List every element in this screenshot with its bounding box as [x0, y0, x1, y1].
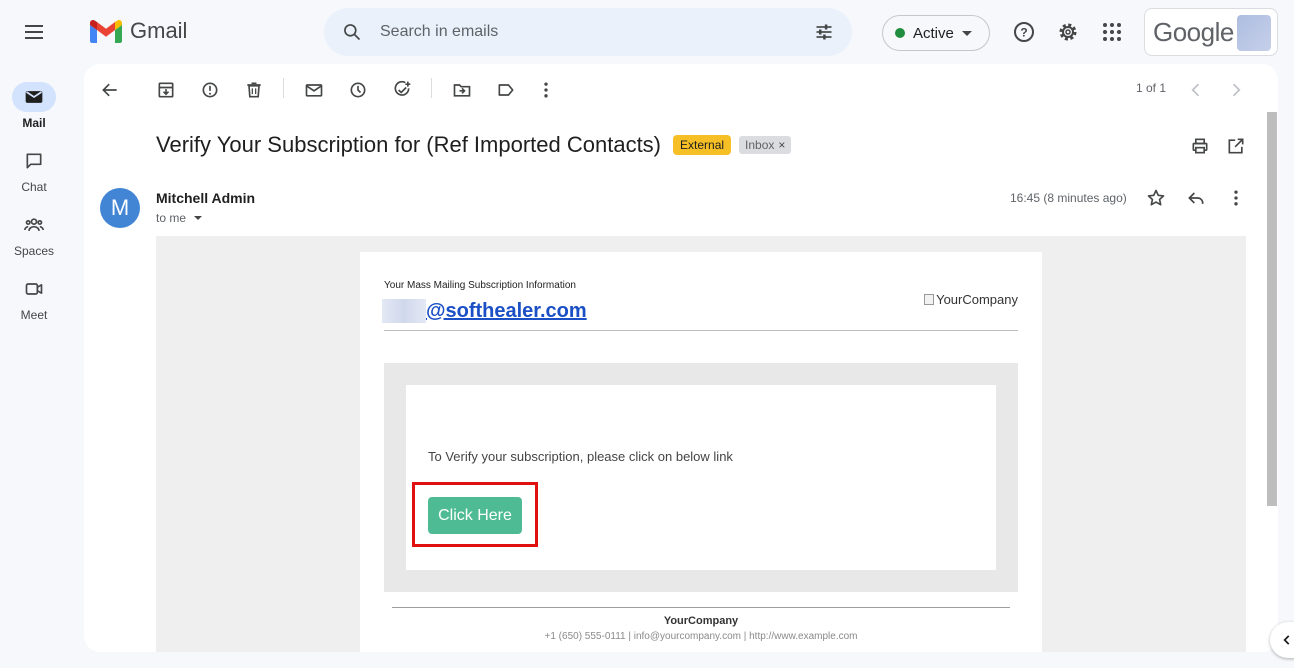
subject-line: Verify Your Subscription for (Ref Import…: [156, 132, 792, 158]
email-body-background: Your Mass Mailing Subscription Informati…: [156, 236, 1246, 652]
label-icon[interactable]: [496, 80, 516, 100]
message-view: 1 of 1 Verify Your Subscription for (Ref…: [84, 64, 1278, 652]
footer-contact-info: +1 (650) 555-0111 | info@yourcompany.com…: [544, 631, 858, 642]
google-account-button[interactable]: Google: [1144, 8, 1278, 56]
meet-icon: [25, 283, 43, 295]
more-vert-icon[interactable]: [1226, 188, 1246, 208]
chevron-left-icon: [1283, 635, 1290, 645]
toolbar-divider: [431, 78, 432, 98]
main-menu-button[interactable]: [22, 22, 46, 42]
external-badge: External: [673, 135, 732, 155]
subscriber-email-link[interactable]: @softhealer.com: [382, 299, 587, 323]
search-input[interactable]: [380, 23, 780, 41]
status-dot: [895, 28, 905, 38]
avatar: [1237, 15, 1271, 51]
email-content: Your Mass Mailing Subscription Informati…: [360, 252, 1042, 652]
menu-bar: [25, 37, 43, 39]
search-bar[interactable]: [324, 8, 852, 56]
rail-item-meet[interactable]: Meet: [0, 274, 68, 322]
subject-text: Verify Your Subscription for (Ref Import…: [156, 132, 662, 157]
sender-avatar[interactable]: M: [100, 188, 140, 228]
rail-item-mail[interactable]: Mail: [0, 82, 68, 130]
side-panel-toggle[interactable]: [1270, 622, 1294, 658]
broken-image-icon: [924, 294, 935, 305]
rail-label-chat: Chat: [21, 180, 47, 194]
message-timestamp: 16:45 (8 minutes ago): [1010, 191, 1127, 205]
recipient-details-toggle[interactable]: to me: [156, 211, 203, 225]
status-dropdown[interactable]: Active: [882, 15, 990, 51]
footer-company-name: YourCompany: [663, 615, 739, 627]
search-options-icon[interactable]: [814, 22, 834, 42]
svg-text:?: ?: [1020, 26, 1027, 40]
divider: [384, 330, 1018, 331]
chat-pill: [12, 146, 56, 176]
app-name: Gmail: [130, 18, 188, 43]
add-task-icon[interactable]: [392, 80, 412, 100]
company-logo-alt: YourCompany: [936, 292, 1018, 307]
print-icon[interactable]: [1190, 136, 1210, 156]
recipient-text: to me: [156, 211, 187, 225]
google-brand-text: Google: [1153, 16, 1234, 47]
rail-label-mail: Mail: [22, 116, 46, 130]
verify-instructions: To Verify your subscription, please clic…: [428, 449, 733, 464]
chevron-right-icon[interactable]: [1226, 80, 1246, 100]
toolbar-divider: [283, 78, 284, 98]
sender-name[interactable]: Mitchell Admin: [156, 190, 255, 206]
mail-pill: [12, 82, 56, 112]
rail-item-spaces[interactable]: Spaces: [0, 210, 68, 258]
gmail-logo[interactable]: Gmail: [90, 18, 187, 44]
search-icon[interactable]: [342, 22, 362, 42]
remove-label-icon[interactable]: ×: [778, 138, 785, 152]
move-to-icon[interactable]: [452, 80, 472, 100]
verify-card: To Verify your subscription, please clic…: [406, 385, 996, 570]
highlight-box: Click Here: [412, 482, 538, 547]
menu-bar: [25, 25, 43, 27]
archive-icon[interactable]: [156, 80, 176, 100]
star-icon[interactable]: [1146, 188, 1166, 208]
more-vert-icon[interactable]: [536, 80, 556, 100]
chat-icon: [26, 153, 42, 169]
spaces-pill: [12, 210, 56, 240]
company-logo-image: YourCompany: [924, 292, 1018, 307]
redacted-username: [382, 299, 426, 323]
inbox-label-text: Inbox: [745, 138, 775, 152]
mail-icon: [25, 91, 43, 103]
rail-item-chat[interactable]: Chat: [0, 146, 68, 194]
chevron-down-icon: [194, 216, 203, 220]
click-here-button[interactable]: Click Here: [428, 497, 522, 534]
scrollbar-thumb[interactable]: [1267, 112, 1277, 506]
inbox-label-chip[interactable]: Inbox ×: [739, 136, 792, 154]
gmail-m-icon: [90, 19, 122, 43]
reply-icon[interactable]: [1186, 188, 1206, 208]
back-icon[interactable]: [100, 80, 120, 100]
chevron-left-icon[interactable]: [1186, 80, 1206, 100]
mailing-caption: Your Mass Mailing Subscription Informati…: [384, 280, 576, 291]
status-label: Active: [913, 24, 954, 42]
delete-icon[interactable]: [244, 80, 264, 100]
mark-unread-icon[interactable]: [304, 80, 324, 100]
menu-bar: [25, 31, 43, 33]
snooze-icon[interactable]: [348, 80, 368, 100]
open-in-new-window-icon[interactable]: [1226, 136, 1246, 156]
footer-divider: [392, 607, 1010, 608]
chevron-down-icon: [961, 30, 972, 36]
verify-panel: To Verify your subscription, please clic…: [384, 363, 1018, 592]
settings-gear-icon[interactable]: [1056, 20, 1080, 44]
rail-label-spaces: Spaces: [13, 244, 55, 258]
meet-pill: [12, 274, 56, 304]
report-spam-icon[interactable]: [200, 80, 220, 100]
help-icon[interactable]: ?: [1012, 20, 1036, 44]
pager-text: 1 of 1: [1135, 81, 1166, 95]
apps-grid-icon[interactable]: [1100, 20, 1124, 44]
spaces-icon: [24, 218, 44, 231]
email-domain: @softhealer.com: [426, 299, 587, 322]
rail-label-meet: Meet: [20, 308, 48, 322]
